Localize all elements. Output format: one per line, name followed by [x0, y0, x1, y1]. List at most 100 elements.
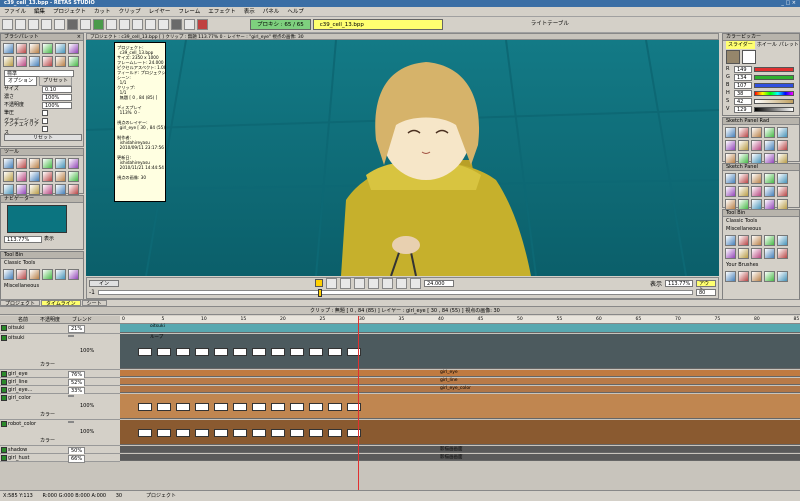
proxy-tab[interactable]: プロキシ : 65 / 65	[250, 19, 311, 30]
layer-row[interactable]: girl_eye 76%	[0, 370, 120, 379]
brush-icon[interactable]	[738, 271, 749, 282]
layer-row[interactable]: girl_color カラー 100%	[0, 394, 120, 420]
slider-value[interactable]: 42	[734, 97, 752, 105]
cel-block[interactable]	[233, 348, 247, 356]
cel-block[interactable]	[157, 429, 171, 437]
visibility-icon[interactable]	[1, 335, 7, 341]
layer-track[interactable]: girl_eye_color	[120, 386, 800, 393]
cel-block[interactable]	[233, 403, 247, 411]
tab-wheel[interactable]: ホイール	[757, 41, 777, 49]
grid-icon[interactable]	[80, 19, 91, 30]
brush-icon[interactable]	[725, 248, 736, 259]
light-icon[interactable]	[119, 19, 130, 30]
zoom-icon[interactable]	[158, 19, 169, 30]
render-icon[interactable]	[171, 19, 182, 30]
cel-block[interactable]	[252, 403, 266, 411]
cel-block[interactable]	[309, 348, 323, 356]
brush-icon[interactable]	[3, 158, 14, 169]
layer-track[interactable]	[120, 394, 800, 419]
brush-icon[interactable]	[725, 235, 736, 246]
slider-track[interactable]	[754, 98, 794, 104]
light-table-label[interactable]: ライトテーブル	[525, 19, 575, 30]
brush-icon[interactable]	[42, 269, 53, 280]
cel-block[interactable]	[157, 403, 171, 411]
layer-row[interactable]: oitsuki 21%	[0, 324, 120, 334]
zoom-field[interactable]: 113.77%	[665, 279, 694, 287]
visibility-icon[interactable]	[1, 455, 7, 461]
right-misc-label[interactable]: Miscellaneous	[723, 225, 799, 233]
brush-icon[interactable]	[68, 184, 79, 195]
brush-icon[interactable]	[751, 127, 762, 138]
slider-value[interactable]: 149	[734, 65, 752, 73]
brush-icon[interactable]	[3, 184, 14, 195]
main-color-swatch[interactable]	[726, 50, 740, 64]
brush-icon[interactable]	[68, 56, 79, 67]
cel-block[interactable]	[328, 403, 342, 411]
navigator-zoom[interactable]: 113.77%	[4, 235, 42, 243]
play-icon[interactable]	[368, 277, 379, 289]
brush-icon[interactable]	[29, 56, 40, 67]
brush-icon[interactable]	[16, 171, 27, 182]
menu-item[interactable]: エフェクト	[208, 7, 236, 16]
cel-block[interactable]	[176, 348, 190, 356]
display-menu[interactable]: 表示	[650, 279, 662, 288]
brush-icon[interactable]	[55, 43, 66, 54]
layer-row[interactable]: robot_color カラー 100%	[0, 420, 120, 446]
misc-label[interactable]: Miscellaneous	[1, 282, 83, 290]
stop-icon[interactable]	[382, 277, 393, 289]
brush-icon[interactable]	[106, 19, 117, 30]
cel-block[interactable]	[138, 403, 152, 411]
window-controls[interactable]: _ □ ×	[781, 0, 796, 7]
in-button[interactable]: イン	[89, 279, 119, 287]
cel-block[interactable]	[309, 403, 323, 411]
brush-icon[interactable]	[42, 158, 53, 169]
first-frame-icon[interactable]	[340, 277, 351, 289]
brush-icon[interactable]	[55, 269, 66, 280]
brush-icon[interactable]	[3, 171, 14, 182]
brush-icon[interactable]	[751, 271, 762, 282]
reset-button[interactable]: リセット	[4, 133, 82, 141]
cel-block[interactable]	[328, 429, 342, 437]
new-icon[interactable]	[2, 19, 13, 30]
layer-track[interactable]: girl_eye	[120, 370, 800, 377]
visibility-icon[interactable]	[1, 325, 7, 331]
cel-block[interactable]	[214, 429, 228, 437]
brush-icon[interactable]	[16, 184, 27, 195]
brush-icon[interactable]	[725, 271, 736, 282]
brush-icon[interactable]	[42, 56, 53, 67]
brush-icon[interactable]	[764, 248, 775, 259]
brush-icon[interactable]	[16, 43, 27, 54]
brush-icon[interactable]	[777, 173, 788, 184]
brush-icon[interactable]	[764, 186, 775, 197]
layer-track[interactable]: ループ	[120, 334, 800, 369]
sub-color-swatch[interactable]	[742, 50, 756, 64]
brush-icon[interactable]	[751, 186, 762, 197]
tab-presets[interactable]: プリセット	[39, 76, 73, 86]
brush-icon[interactable]	[777, 271, 788, 282]
menu-item[interactable]: ヘルプ	[287, 7, 304, 16]
cel-block[interactable]	[328, 348, 342, 356]
brush-icon[interactable]	[29, 43, 40, 54]
brush-icon[interactable]	[55, 158, 66, 169]
tab-palette[interactable]: パレット	[779, 41, 799, 49]
layer-row[interactable]: oitsuki カラー 100%	[0, 334, 120, 370]
visibility-icon[interactable]	[1, 379, 7, 385]
brush-icon[interactable]	[725, 127, 736, 138]
brush-icon[interactable]	[29, 269, 40, 280]
classic-tools-label[interactable]: Classic Tools	[1, 259, 83, 267]
slider-value[interactable]: 107	[734, 81, 752, 89]
cel-block[interactable]	[309, 429, 323, 437]
menu-item[interactable]: プロジェクト	[53, 7, 86, 16]
cel-block[interactable]	[176, 429, 190, 437]
brush-icon[interactable]	[725, 173, 736, 184]
visibility-icon[interactable]	[1, 421, 7, 427]
cel-block[interactable]	[214, 348, 228, 356]
fps-field[interactable]: 24.000	[424, 279, 454, 287]
brush-icon[interactable]	[3, 43, 14, 54]
brush-icon[interactable]	[16, 269, 27, 280]
brush-icon[interactable]	[764, 235, 775, 246]
brush-icon[interactable]	[777, 235, 788, 246]
brush-icon[interactable]	[764, 127, 775, 138]
brush-icon[interactable]	[751, 235, 762, 246]
cel-block[interactable]	[195, 348, 209, 356]
